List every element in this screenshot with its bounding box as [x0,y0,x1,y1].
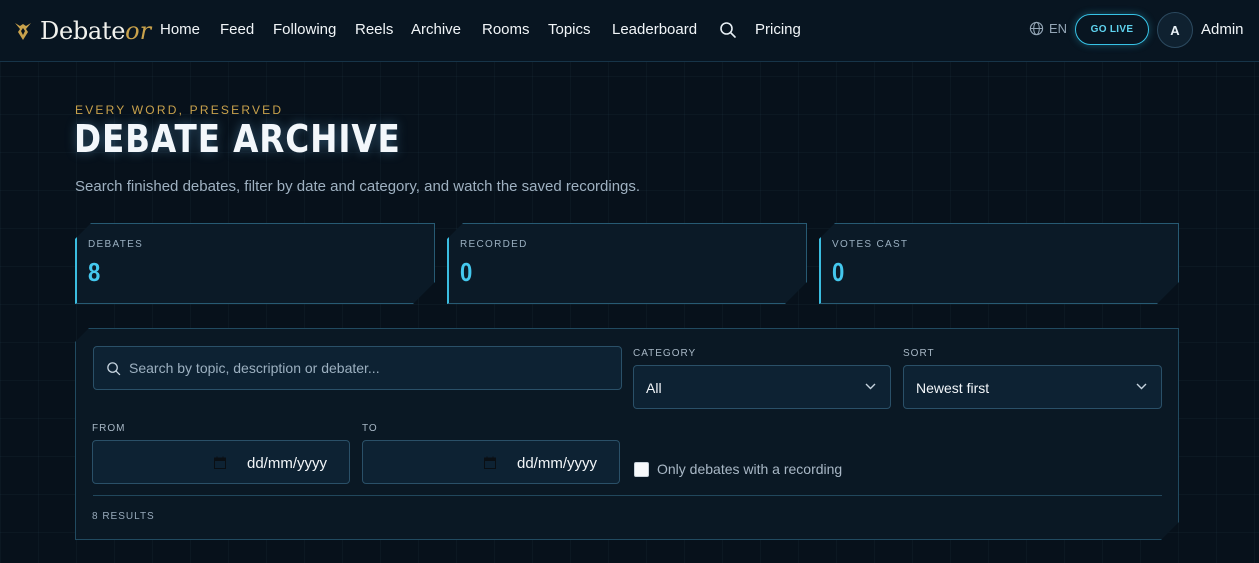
category-label: CATEGORY [633,348,697,359]
divider [93,495,1162,496]
stat-label: DEBATES [88,239,144,250]
brand-name: Debate [40,17,126,45]
sort-select[interactable]: Newest first [903,365,1162,409]
top-navbar: Debate or Home Feed Following Reels Archi… [0,0,1259,62]
search-icon[interactable] [719,21,737,39]
search-input[interactable] [129,347,609,389]
nav-link-archive[interactable]: Archive [411,21,461,38]
go-live-button[interactable]: GO LIVE [1075,14,1149,45]
stat-card-votes: VOTES CAST 0 [819,223,1179,304]
calendar-icon[interactable] [484,456,496,469]
brand-name-accent: or [125,17,152,45]
recording-only-label[interactable]: Only debates with a recording [657,461,842,477]
results-count: 8 RESULTS [92,511,155,522]
nav-link-reels[interactable]: Reels [355,21,393,38]
page-title: DEBATE ARCHIVE [74,117,401,161]
sort-label: SORT [903,348,935,359]
nav-link-pricing[interactable]: Pricing [755,21,801,38]
nav-link-leaderboard[interactable]: Leaderboard [612,21,697,38]
search-icon [106,361,121,376]
stat-card-recorded: RECORDED 0 [447,223,807,304]
calendar-icon[interactable] [214,456,226,469]
stat-label: RECORDED [460,239,528,250]
stat-value: 8 [88,257,101,287]
nav-link-topics[interactable]: Topics [548,21,591,38]
language-switcher[interactable]: EN [1029,21,1067,36]
brand-logo[interactable]: Debate or [14,16,151,46]
recording-only-checkbox[interactable] [634,462,649,477]
to-date-value: dd/mm/yyyy [517,455,598,472]
chevron-down-icon [865,383,876,390]
avatar[interactable]: A [1157,12,1193,48]
nav-link-rooms[interactable]: Rooms [482,21,530,38]
nav-link-feed[interactable]: Feed [220,21,254,38]
eagle-logo-icon [15,23,31,40]
search-field[interactable] [93,346,622,390]
filter-panel: CATEGORY All SORT Newest first FROM dd/m… [75,328,1179,540]
page-eyebrow: EVERY WORD, PRESERVED [75,103,284,117]
page-subtitle: Search finished debates, filter by date … [75,178,641,195]
stat-value: 0 [460,257,473,287]
sort-value: Newest first [916,380,990,396]
stat-label: VOTES CAST [832,239,909,250]
stat-value: 0 [832,257,845,287]
stat-card-debates: DEBATES 8 [75,223,435,304]
to-date-input[interactable]: dd/mm/yyyy [362,440,620,484]
from-date-value: dd/mm/yyyy [247,455,328,472]
nav-link-following[interactable]: Following [273,21,336,38]
globe-icon [1029,21,1044,36]
category-select[interactable]: All [633,365,891,409]
to-date-label: TO [362,423,378,434]
username[interactable]: Admin [1201,21,1244,38]
category-value: All [646,380,662,396]
nav-link-home[interactable]: Home [160,21,200,38]
from-date-input[interactable]: dd/mm/yyyy [92,440,350,484]
chevron-down-icon [1136,383,1147,390]
from-date-label: FROM [92,423,126,434]
language-code: EN [1049,21,1068,36]
